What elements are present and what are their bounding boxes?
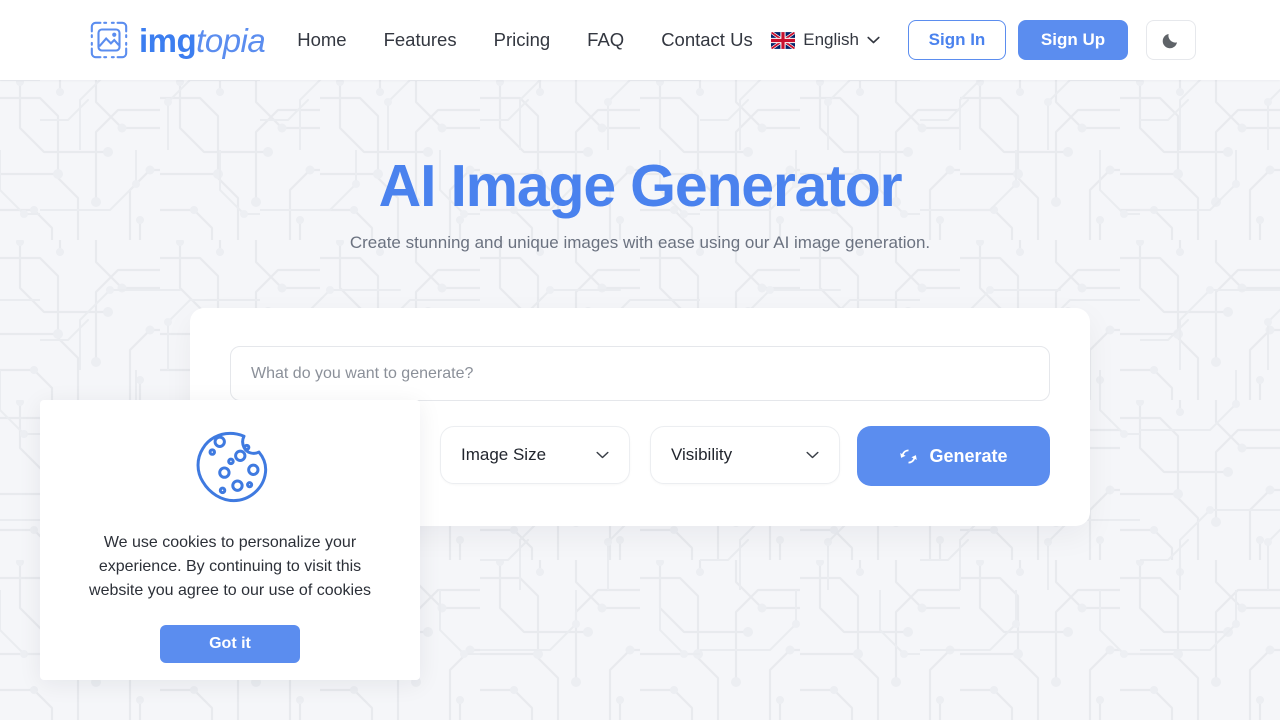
chevron-down-icon	[596, 451, 609, 459]
nav-item-home[interactable]: Home	[297, 29, 346, 51]
moon-icon	[1162, 34, 1177, 49]
image-size-select[interactable]: Image Size	[440, 426, 630, 484]
nav-item-faq[interactable]: FAQ	[587, 29, 624, 51]
cookie-consent-message: We use cookies to personalize your exper…	[89, 534, 371, 599]
site-header: imgtopia Home Features Pricing FAQ Conta…	[0, 0, 1280, 80]
chevron-down-icon	[867, 36, 880, 44]
nav-item-contact-us[interactable]: Contact Us	[661, 29, 753, 51]
header-actions: English Sign In Sign Up	[771, 0, 1280, 80]
brand-logo[interactable]: imgtopia	[88, 19, 266, 61]
page-subtitle: Create stunning and unique images with e…	[349, 233, 931, 252]
main-navigation: Home Features Pricing FAQ Contact Us	[297, 29, 752, 51]
brand-wordmark: imgtopia	[139, 21, 266, 59]
sign-in-button[interactable]: Sign In	[908, 20, 1006, 60]
image-size-select-label: Image Size	[461, 445, 547, 464]
uk-flag-icon	[771, 31, 796, 49]
page-title: AI Image Generator	[378, 153, 903, 219]
generate-button[interactable]: Generate	[857, 426, 1050, 486]
cookie-icon	[196, 431, 268, 503]
page-root: imgtopia Home Features Pricing FAQ Conta…	[0, 0, 1280, 720]
brand-name-secondary: topia	[196, 21, 266, 59]
brand-name-primary: img	[139, 21, 197, 59]
nav-item-pricing[interactable]: Pricing	[494, 29, 551, 51]
language-selector[interactable]: English	[771, 30, 880, 50]
language-label: English	[803, 30, 859, 49]
sign-up-button[interactable]: Sign Up	[1018, 20, 1128, 60]
cookie-accept-button[interactable]: Got it	[160, 625, 300, 663]
generate-button-label: Generate	[929, 445, 1008, 466]
nav-item-features[interactable]: Features	[384, 29, 457, 51]
image-frame-icon	[90, 21, 128, 59]
cookie-consent-banner: We use cookies to personalize your exper…	[40, 400, 420, 680]
dark-mode-toggle-button[interactable]	[1146, 20, 1196, 60]
sync-refresh-icon	[900, 448, 918, 464]
chevron-down-icon	[806, 451, 819, 459]
visibility-select-label: Visibility	[671, 445, 733, 464]
visibility-select[interactable]: Visibility	[650, 426, 840, 484]
prompt-input[interactable]	[230, 346, 1050, 401]
